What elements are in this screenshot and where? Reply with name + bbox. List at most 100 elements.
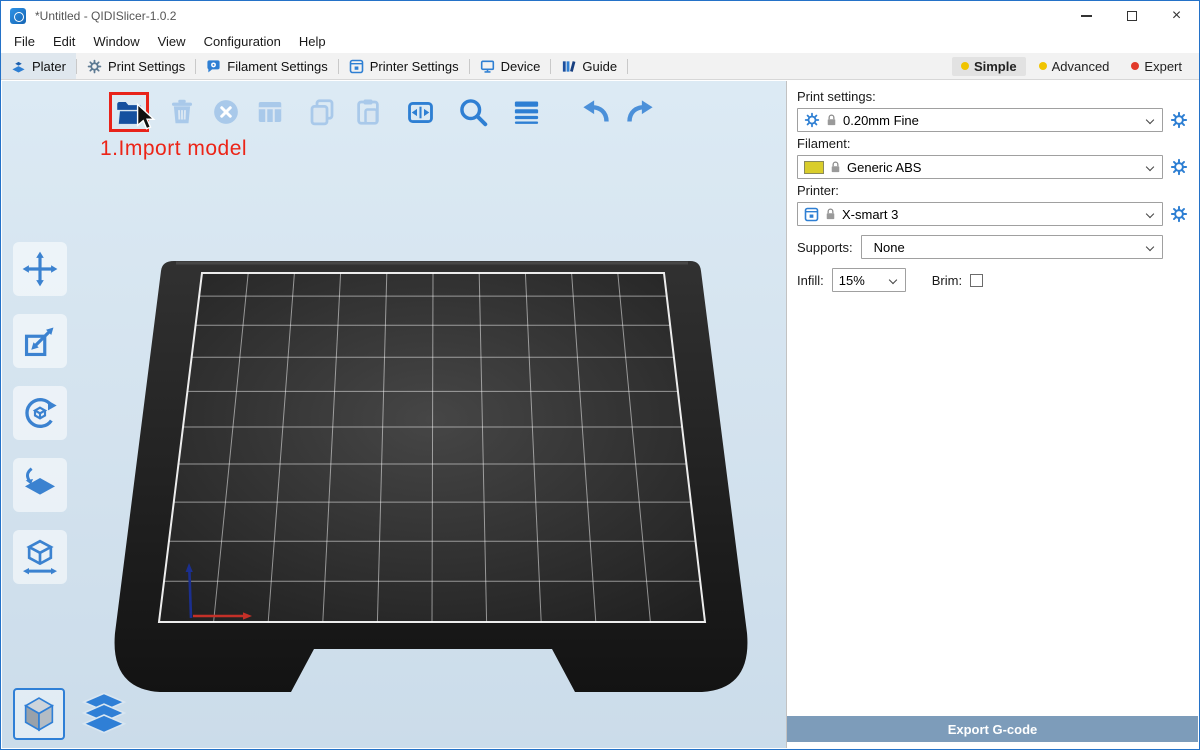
- sliced-preview-button[interactable]: [79, 690, 129, 740]
- filament-label: Filament:: [797, 136, 1190, 151]
- tab-device[interactable]: Device: [470, 53, 551, 79]
- filament-gear-button[interactable]: [1168, 155, 1190, 179]
- filament-combo[interactable]: Generic ABS: [797, 155, 1163, 179]
- menu-help[interactable]: Help: [290, 31, 335, 53]
- menu-edit[interactable]: Edit: [44, 31, 84, 53]
- app-window: *Untitled - QIDISlicer-1.0.2 × File Edit…: [0, 0, 1200, 750]
- undo-button[interactable]: [578, 95, 612, 129]
- place-on-face-tool-button[interactable]: [13, 458, 67, 512]
- device-icon: [480, 59, 495, 74]
- brim-label: Brim:: [932, 273, 962, 288]
- chevron-down-icon: [1146, 243, 1154, 251]
- window-title: *Untitled - QIDISlicer-1.0.2: [35, 9, 176, 23]
- guide-icon: [561, 59, 576, 74]
- scale-tool-button[interactable]: [13, 314, 67, 368]
- rotate-icon: [20, 393, 60, 433]
- rotate-tool-button[interactable]: [13, 386, 67, 440]
- mode-expert[interactable]: Expert: [1122, 57, 1191, 76]
- simple-dot-icon: [961, 62, 969, 70]
- measure-icon: [20, 537, 60, 577]
- filament-icon: [206, 59, 221, 74]
- copy-icon: [307, 97, 337, 127]
- chevron-down-icon: [1146, 116, 1154, 124]
- tab-label: Guide: [582, 59, 617, 74]
- paste-icon: [353, 97, 383, 127]
- close-button[interactable]: ×: [1154, 1, 1199, 31]
- mode-label: Expert: [1144, 59, 1182, 74]
- export-gcode-button[interactable]: Export G-code: [787, 716, 1198, 742]
- mode-simple[interactable]: Simple: [952, 57, 1026, 76]
- chevron-down-icon: [888, 276, 896, 284]
- brim-checkbox[interactable]: [970, 274, 983, 287]
- supports-label: Supports:: [797, 240, 853, 255]
- split-objects-icon: [405, 97, 436, 128]
- lock-icon: [830, 160, 841, 174]
- supports-combo[interactable]: None: [861, 235, 1163, 259]
- variable-layer-height-button[interactable]: [509, 95, 543, 129]
- paste-button[interactable]: [351, 95, 385, 129]
- menu-file[interactable]: File: [5, 31, 44, 53]
- search-icon: [457, 96, 489, 128]
- variable-layer-height-icon: [511, 97, 542, 128]
- copy-button[interactable]: [305, 95, 339, 129]
- delete-button[interactable]: [165, 95, 199, 129]
- tab-label: Print Settings: [108, 59, 185, 74]
- redo-button[interactable]: [623, 95, 657, 129]
- app-icon: [10, 8, 26, 24]
- maximize-button[interactable]: [1109, 1, 1154, 31]
- printer-label: Printer:: [797, 183, 1190, 198]
- mode-switcher: Simple Advanced Expert: [952, 53, 1199, 79]
- 3d-editor-view-button[interactable]: [13, 688, 65, 740]
- gear-icon: [804, 112, 820, 128]
- tab-label: Printer Settings: [370, 59, 459, 74]
- advanced-dot-icon: [1039, 62, 1047, 70]
- maximize-icon: [1127, 11, 1137, 21]
- mouse-cursor-icon: [136, 103, 156, 131]
- layers-icon: [81, 692, 127, 738]
- print-settings-combo[interactable]: 0.20mm Fine: [797, 108, 1163, 132]
- mode-label: Advanced: [1052, 59, 1110, 74]
- minimize-button[interactable]: [1064, 1, 1109, 31]
- expert-dot-icon: [1131, 62, 1139, 70]
- menu-bar: File Edit Window View Configuration Help: [1, 31, 1199, 53]
- settings-panel: Print settings:: [786, 81, 1198, 748]
- menu-configuration[interactable]: Configuration: [195, 31, 290, 53]
- infill-combo[interactable]: 15%: [832, 268, 906, 292]
- printer-gear-button[interactable]: [1168, 202, 1190, 226]
- lock-icon: [826, 113, 837, 127]
- close-icon: ×: [1172, 8, 1181, 24]
- filament-value: Generic ABS: [847, 160, 921, 175]
- tab-guide[interactable]: Guide: [551, 53, 627, 79]
- print-settings-gear-button[interactable]: [1168, 108, 1190, 132]
- tab-label: Device: [501, 59, 541, 74]
- tab-plater[interactable]: Plater: [1, 53, 76, 79]
- gear-icon: [1170, 158, 1188, 176]
- printer-icon: [804, 207, 819, 222]
- mode-label: Simple: [974, 59, 1017, 74]
- tab-label: Plater: [32, 59, 66, 74]
- print-bed[interactable]: [2, 81, 786, 748]
- split-objects-button[interactable]: [403, 95, 437, 129]
- delete-icon: [167, 97, 197, 127]
- printer-combo[interactable]: X-smart 3: [797, 202, 1163, 226]
- move-icon: [21, 250, 59, 288]
- viewport-3d[interactable]: 1.Import model: [2, 81, 786, 748]
- undo-icon: [579, 96, 612, 129]
- arrange-button[interactable]: [253, 95, 287, 129]
- tab-filament-settings[interactable]: Filament Settings: [196, 53, 337, 79]
- menu-window[interactable]: Window: [84, 31, 148, 53]
- search-button[interactable]: [456, 95, 490, 129]
- move-tool-button[interactable]: [13, 242, 67, 296]
- mode-advanced[interactable]: Advanced: [1030, 57, 1119, 76]
- infill-label: Infill:: [797, 273, 824, 288]
- viewport-toolbar: [109, 92, 657, 132]
- tab-printer-settings[interactable]: Printer Settings: [339, 53, 469, 79]
- filament-color-swatch: [804, 161, 824, 174]
- delete-all-button[interactable]: [209, 95, 243, 129]
- view-switcher: [13, 688, 129, 740]
- tab-print-settings[interactable]: Print Settings: [77, 53, 195, 79]
- menu-view[interactable]: View: [149, 31, 195, 53]
- measure-tool-button[interactable]: [13, 530, 67, 584]
- print-settings-value: 0.20mm Fine: [843, 113, 919, 128]
- supports-value: None: [868, 240, 905, 255]
